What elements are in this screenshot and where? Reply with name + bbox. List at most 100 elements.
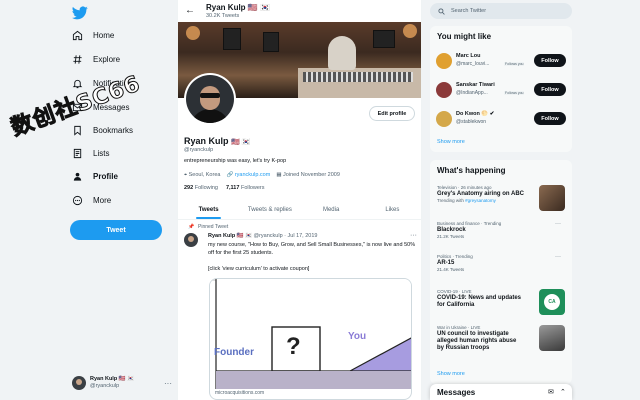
who-to-follow-panel: You might like Marc Lou @marc_louvi... F… xyxy=(430,26,572,152)
banner-mixing-desk xyxy=(298,68,421,98)
tweet-header: Ryan Kulp 🇺🇸 🇰🇷 @ryanckulp · Jul 17, 201… xyxy=(208,233,317,239)
trend-item[interactable]: Business and finance · Trending Blackroc… xyxy=(437,221,565,240)
trend-title: AR-15 xyxy=(437,260,455,266)
suggestion-name: Marc Lou xyxy=(456,53,481,59)
search-placeholder: Search Twitter xyxy=(451,8,487,14)
trend-subtitle: 21.2K Tweets xyxy=(437,234,465,239)
trend-item[interactable]: Politics · Trending AR-15 21.4K Tweets ·… xyxy=(437,254,565,273)
trend-title: Grey's Anatomy airing on ABC xyxy=(437,191,524,197)
trend-item[interactable]: War in Ukraine · LIVE UN council to inve… xyxy=(437,325,565,352)
tweet-author-name[interactable]: Ryan Kulp xyxy=(208,233,235,239)
show-more-link[interactable]: Show more xyxy=(437,371,465,377)
nav-item-explore[interactable]: Explore xyxy=(72,51,120,67)
trend-more-icon[interactable]: ··· xyxy=(555,221,561,227)
tweet-handle-date[interactable]: @ryanckulp · Jul 17, 2019 xyxy=(254,233,318,239)
location-item: ⌖ Seoul, Korea xyxy=(184,172,220,179)
website-item: 🔗 ryanckulp.com xyxy=(226,172,270,179)
nav-label-lists: Lists xyxy=(93,148,110,158)
avatar-body xyxy=(190,109,230,123)
california-badge: CA xyxy=(544,294,560,310)
nav-label-profile: Profile xyxy=(93,171,118,181)
calendar-icon: ▦ xyxy=(276,172,282,178)
twitter-logo-icon[interactable] xyxy=(72,6,88,20)
nav-item-bookmarks[interactable]: Bookmarks xyxy=(72,122,133,138)
nav-item-profile[interactable]: Profile xyxy=(72,168,118,184)
follow-button[interactable]: Follow xyxy=(534,112,566,125)
trend-sub-prefix: Trending with xyxy=(437,198,466,203)
nav-item-lists[interactable]: Lists xyxy=(72,145,109,161)
tweet-more-icon[interactable]: ··· xyxy=(410,232,417,239)
profile-handle: @ryanckulp xyxy=(184,147,214,153)
profile-joined: Joined November 2009 xyxy=(283,172,340,178)
pinned-label: Pinned Tweet xyxy=(198,224,229,230)
pin-icon: 📌 xyxy=(188,224,195,230)
edit-profile-button[interactable]: Edit profile xyxy=(369,106,415,121)
whats-happening-title: What's happening xyxy=(437,166,506,175)
header-tweet-count: 30.2K Tweets xyxy=(206,13,240,19)
home-icon xyxy=(72,30,83,40)
tweet-button[interactable]: Tweet xyxy=(70,220,162,240)
search-icon xyxy=(438,7,445,15)
back-arrow-icon[interactable]: ← xyxy=(185,5,195,16)
follow-suggestion[interactable]: Do Kwon 🌕 ✔ @stablekwon Follow xyxy=(436,110,568,128)
profile-bio: entrepreneurship was easy, let's try K-p… xyxy=(184,158,287,164)
trend-title: UN council to investigate alleged human … xyxy=(437,331,517,351)
tweet-text: my new course, "How to Buy, Grow, and Se… xyxy=(208,242,416,256)
banner-monitor xyxy=(373,30,395,48)
banner-speaker xyxy=(263,32,279,52)
account-more-icon[interactable]: ··· xyxy=(164,379,172,388)
nav-item-home[interactable]: Home xyxy=(72,27,114,43)
following-link[interactable]: 292 Following xyxy=(184,185,218,191)
follow-button[interactable]: Follow xyxy=(534,54,566,67)
followers-label: Followers xyxy=(240,185,265,191)
trend-more-icon[interactable]: ··· xyxy=(555,254,561,260)
account-switcher[interactable]: Ryan Kulp 🇺🇸 🇰🇷 @ryanckulp ··· xyxy=(72,376,172,390)
nav-label-bookmarks: Bookmarks xyxy=(93,125,134,135)
card-illustration xyxy=(210,279,411,389)
more-circle-icon xyxy=(72,195,83,205)
chevron-up-icon[interactable]: ⌃ xyxy=(560,388,566,396)
avatar-face xyxy=(200,86,220,110)
trend-subtitle: 21.4K Tweets xyxy=(437,267,465,272)
twitter-app: Home Explore Notifications Messages Book… xyxy=(0,0,640,400)
avatar xyxy=(72,376,86,390)
new-message-icon[interactable]: ✉ xyxy=(548,388,554,396)
card-question-mark: ? xyxy=(286,333,301,360)
location-pin-icon: ⌖ xyxy=(184,172,188,178)
following-label: Following xyxy=(194,185,218,191)
profile-column: ← Ryan Kulp 🇺🇸 🇰🇷 30.2K Tweets Edit prof… xyxy=(177,0,422,400)
profile-website-link[interactable]: ryanckulp.com xyxy=(235,172,270,178)
nav-label-explore: Explore xyxy=(93,54,121,64)
tab-tweets-replies[interactable]: Tweets & replies xyxy=(239,200,300,219)
follows-you-badge: Follows you xyxy=(504,91,525,95)
link-icon: 🔗 xyxy=(226,172,234,178)
trend-item[interactable]: Television · 26 minutes ago Grey's Anato… xyxy=(437,185,565,211)
link-card[interactable]: Founder You ? microacquisitions.com xyxy=(209,278,412,400)
follow-suggestion[interactable]: Marc Lou @marc_louvi... Follows you Foll… xyxy=(436,52,568,70)
avatar xyxy=(436,82,452,98)
search-input[interactable]: Search Twitter xyxy=(430,3,572,19)
profile-avatar[interactable] xyxy=(184,73,236,125)
trend-hashtag-link[interactable]: #greysanatomy xyxy=(465,198,496,203)
tab-tweets[interactable]: Tweets xyxy=(178,200,239,219)
header-name: Ryan Kulp xyxy=(206,3,246,12)
tweet-avatar[interactable] xyxy=(184,233,198,247)
trend-item[interactable]: COVID-19 · LIVE COVID-19: News and updat… xyxy=(437,289,565,315)
messages-drawer[interactable]: Messages ✉ ⌃ xyxy=(430,384,572,400)
header-title: Ryan Kulp 🇺🇸 🇰🇷 xyxy=(206,3,270,12)
nav-item-more[interactable]: More xyxy=(72,192,111,208)
tab-media[interactable]: Media xyxy=(301,200,362,219)
avatar-sunglasses xyxy=(200,93,220,98)
account-name: Ryan Kulp xyxy=(90,376,118,382)
follow-suggestion[interactable]: Sanskar Tiwari @IndianApp... Follows you… xyxy=(436,81,568,99)
account-handle: @ryanckulp xyxy=(90,383,120,389)
person-icon xyxy=(73,172,82,181)
avatar-image xyxy=(186,75,234,123)
trend-title: COVID-19: News and updates for Californi… xyxy=(437,295,522,308)
show-more-link[interactable]: Show more xyxy=(437,139,465,145)
followers-link[interactable]: 7,117 Followers xyxy=(226,185,265,191)
banner-person xyxy=(328,36,356,70)
suggestion-handle: @stablekwon xyxy=(456,119,487,125)
tab-likes[interactable]: Likes xyxy=(362,200,421,219)
follow-button[interactable]: Follow xyxy=(534,83,566,96)
